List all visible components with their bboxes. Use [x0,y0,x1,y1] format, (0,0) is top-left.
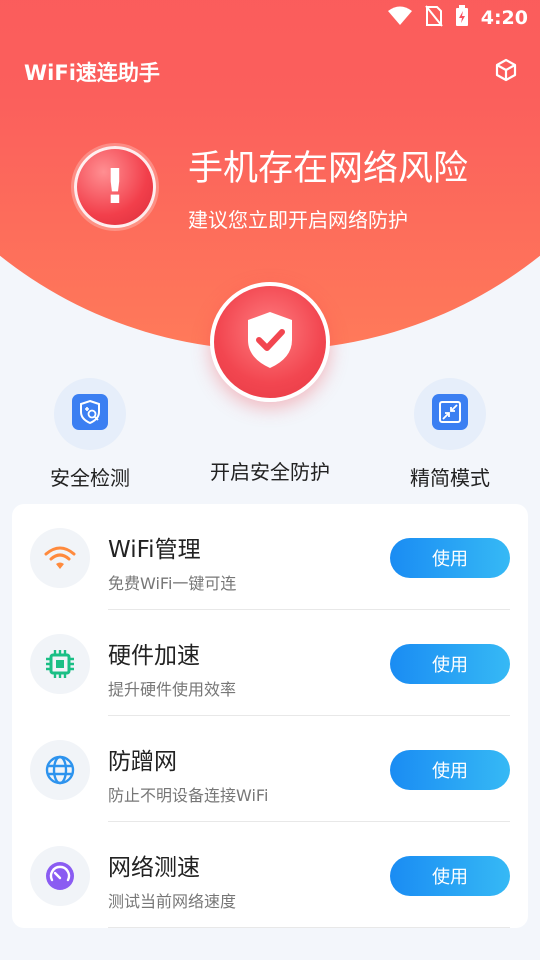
status-bar: 4:20 [0,0,540,36]
chip-icon [30,634,90,694]
protection-label[interactable]: 开启安全防护 [170,456,370,485]
no-sim-icon [424,4,443,32]
wifi-icon [30,528,90,588]
feature-title: 防蹭网 [108,749,177,775]
shortcut-security-scan[interactable]: 安全检测 [15,378,165,491]
feature-title: 硬件加速 [108,643,200,669]
list-item: 防蹭网 防止不明设备连接WiFi 使用 [12,716,528,822]
app-bar: WiFi速连助手 [24,52,518,92]
shortcut-icon-wrap [414,378,486,450]
shortcut-simple-mode[interactable]: 精简模式 [375,378,525,491]
feature-subtitle: 提升硬件使用效率 [108,680,237,699]
globe-icon [30,740,90,800]
hero-title: 手机存在网络风险 [188,149,469,189]
wifi-signal-icon [387,6,413,31]
use-button[interactable]: 使用 [390,644,510,684]
divider [108,927,510,928]
use-button[interactable]: 使用 [390,538,510,578]
app-title: WiFi速连助手 [24,61,160,85]
hero-subtitle: 建议您立即开启网络防护 [188,208,408,232]
use-button[interactable]: 使用 [390,856,510,896]
protection-button[interactable] [210,282,330,402]
list-item: 硬件加速 提升硬件使用效率 使用 [12,610,528,716]
feature-subtitle: 防止不明设备连接WiFi [108,786,269,805]
feature-title: WiFi管理 [108,537,201,563]
feature-subtitle: 免费WiFi一键可连 [108,574,237,593]
minimize-icon [432,394,468,434]
speedometer-icon [30,846,90,906]
feature-title: 网络测速 [108,855,200,881]
list-item: 网络测速 测试当前网络速度 使用 [12,822,528,928]
shortcut-label: 精简模式 [410,466,490,490]
feature-subtitle: 测试当前网络速度 [108,892,237,911]
battery-charging-icon [455,4,469,32]
list-item: WiFi管理 免费WiFi一键可连 使用 [12,504,528,610]
warning-icon: ! [74,146,156,228]
shortcut-label: 安全检测 [50,466,130,490]
shortcut-icon-wrap [54,378,126,450]
cube-icon[interactable] [494,58,518,86]
use-button[interactable]: 使用 [390,750,510,790]
status-time: 4:20 [480,7,528,29]
feature-list: WiFi管理 免费WiFi一键可连 使用 硬件加速 提升硬件使用效率 使用 防蹭… [12,504,528,928]
shield-search-icon [72,394,108,434]
shield-check-icon [244,310,296,374]
